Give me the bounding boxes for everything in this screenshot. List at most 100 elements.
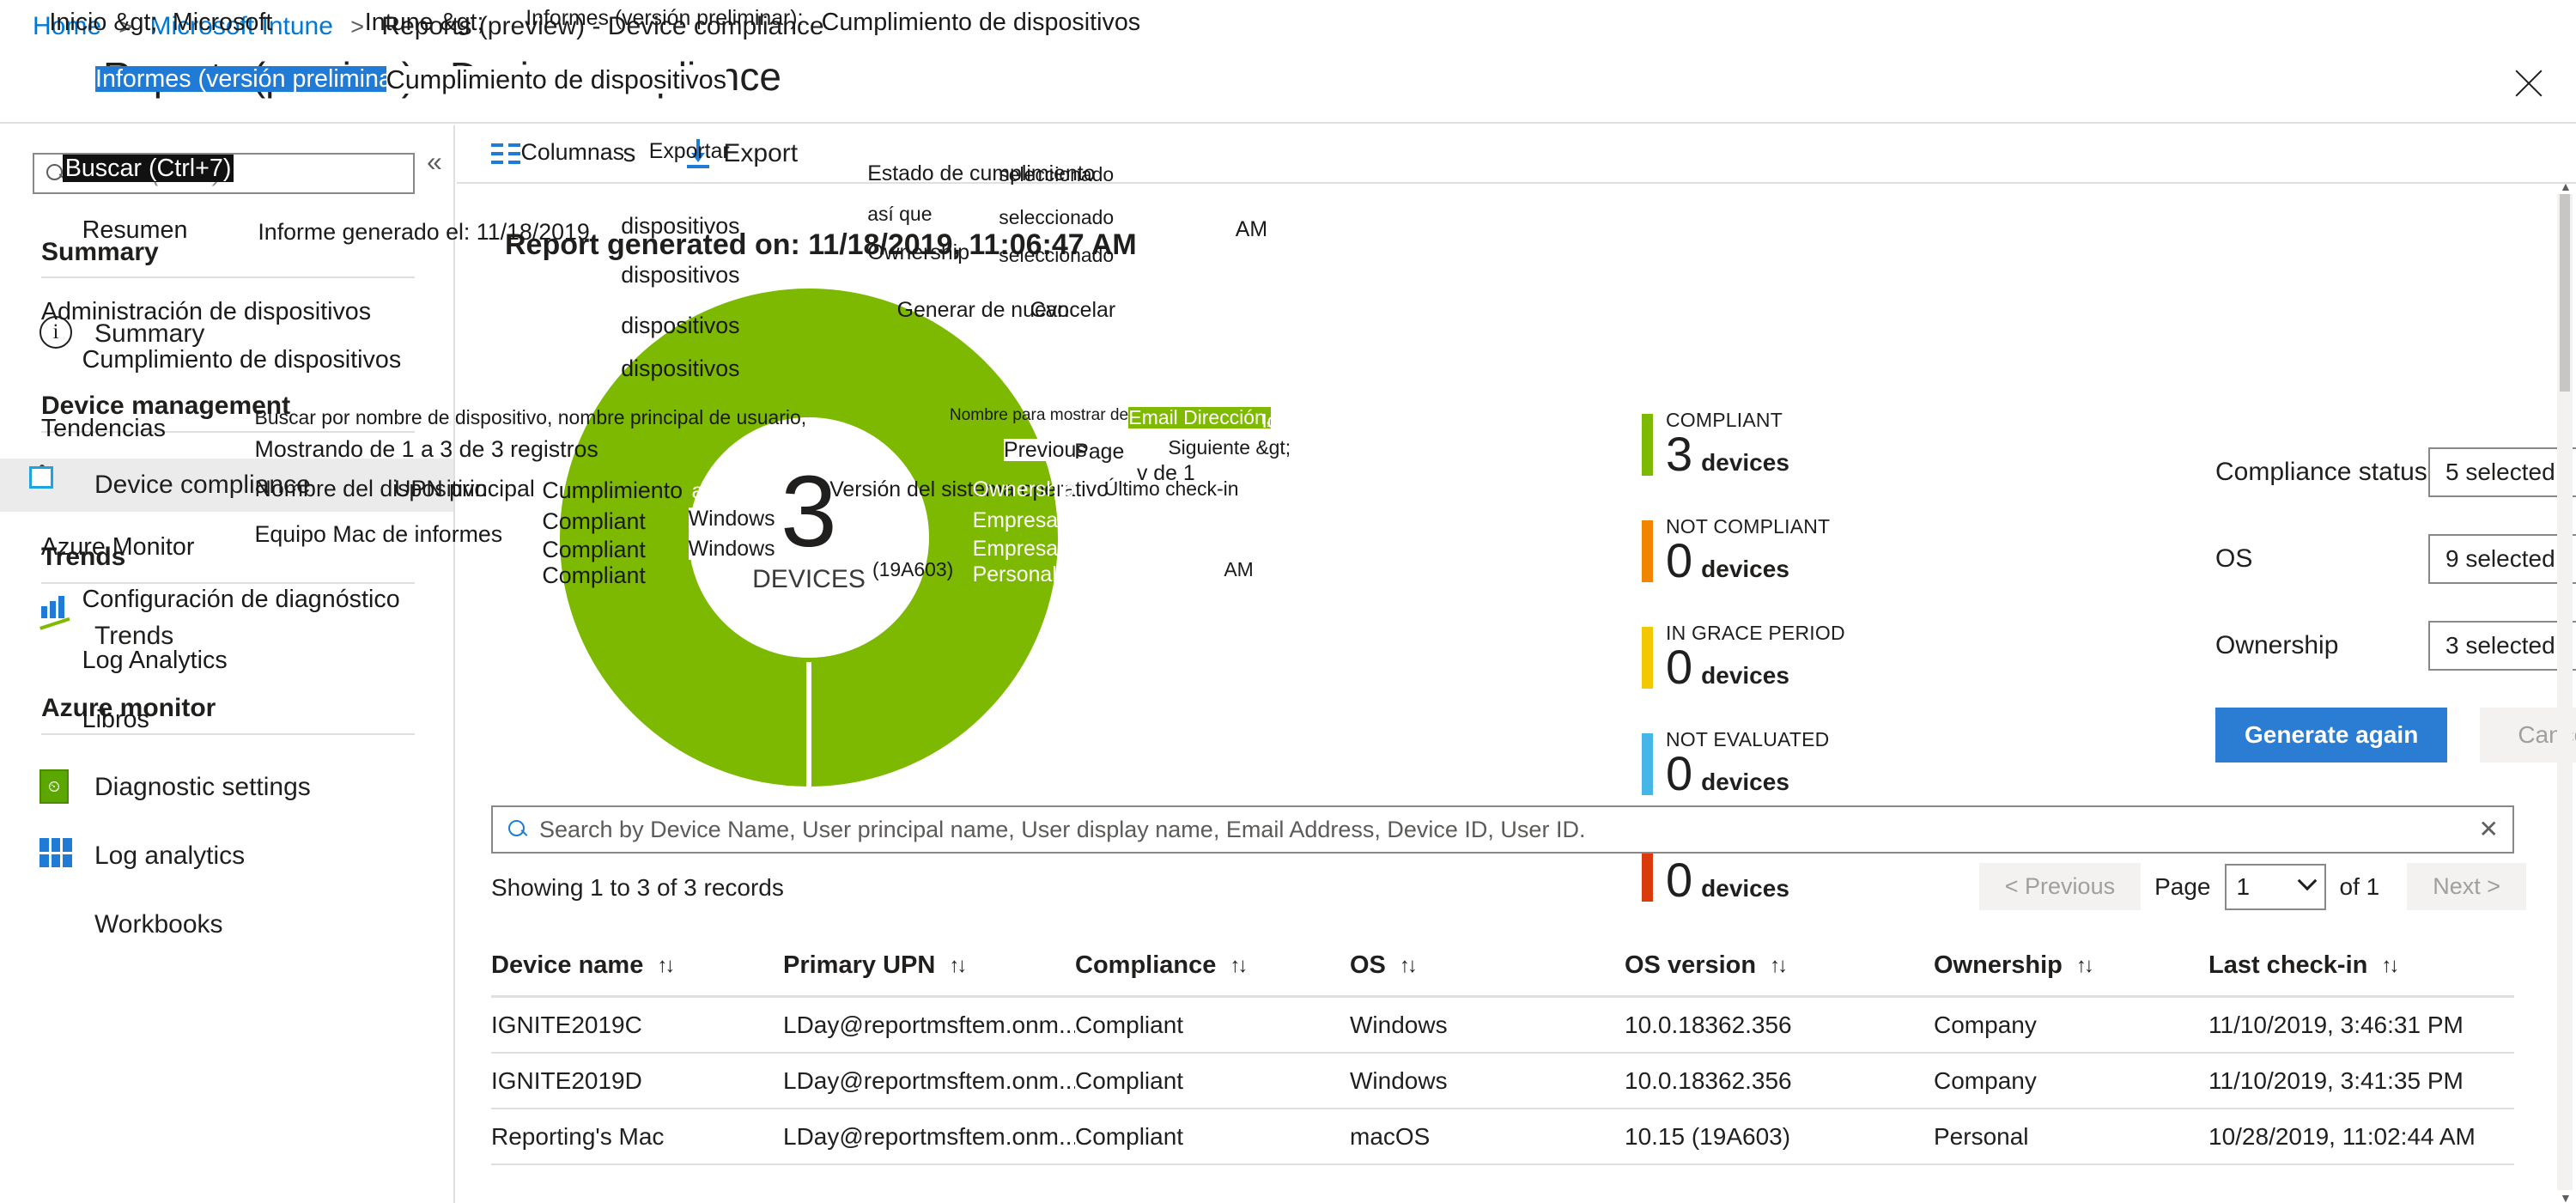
table-row[interactable]: IGNITE2019D LDay@reportmsftem.onm... Compl… xyxy=(491,1054,2514,1109)
device-phone-icon xyxy=(39,465,76,503)
filter-label: Ownership xyxy=(2215,631,2339,659)
column-label: Last check-in xyxy=(2208,951,2368,979)
sidebar-item-device-compliance[interactable]: Device compliance xyxy=(0,459,453,512)
table-column-header[interactable]: Device name ↑↓ xyxy=(491,951,783,980)
legend-color-swatch xyxy=(1642,733,1653,795)
columns-button[interactable]: Columns xyxy=(491,139,635,168)
table-column-header[interactable]: Compliance ↑↓ xyxy=(1075,951,1350,980)
translation-annotation: Cumplimiento de dispositivos xyxy=(821,9,1141,37)
legend-value: 0 xyxy=(1666,533,1693,587)
generate-again-button[interactable]: Generate again xyxy=(2215,708,2448,763)
nav-group-title-trends: Trends xyxy=(41,543,126,571)
filter-select[interactable]: 3 selected xyxy=(2428,621,2576,671)
collapse-nav-button[interactable]: « xyxy=(427,148,442,175)
report-generated-label: Report generated on: 11/18/2019, 11:06:4… xyxy=(505,228,1137,261)
sidebar-item-label: Trends xyxy=(94,622,174,650)
app-root: Home > Microsoft Intune > Reports (previ… xyxy=(0,0,2576,1203)
table-row[interactable]: IGNITE2019C LDay@reportmsftem.onm... Compl… xyxy=(491,998,2514,1054)
table-cell-device-name: IGNITE2019C xyxy=(491,1011,642,1038)
sort-icon[interactable]: ↑↓ xyxy=(1230,954,1248,978)
table-cell-ownership: Personal xyxy=(1934,1122,2029,1150)
table-cell-compliance: Compliant xyxy=(1075,1066,1184,1094)
sort-icon[interactable]: ↑↓ xyxy=(2076,954,2094,978)
page-total-label: of 1 xyxy=(2339,872,2380,900)
columns-icon xyxy=(491,143,520,165)
column-label: Ownership xyxy=(1934,951,2063,979)
sort-icon[interactable]: ↑↓ xyxy=(949,954,967,978)
table-search-input[interactable]: Search by Device Name, User principal na… xyxy=(491,805,2514,854)
previous-page-button[interactable]: < Previous xyxy=(1978,863,2142,910)
nav-group-title-summary: Summary xyxy=(41,238,159,266)
table-cell-last-check-in: 11/10/2019, 3:41:35 PM xyxy=(2208,1066,2464,1094)
content-scrollbar[interactable]: ▲ ▼ xyxy=(2557,180,2573,1203)
compliance-legend: COMPLIANT 3 devices NOT COMPLIANT 0 devices IN… xyxy=(1642,409,1929,941)
sort-icon[interactable]: ↑↓ xyxy=(2381,954,2399,978)
filter-row: Ownership 3 selected xyxy=(2215,621,2576,671)
command-bar: Columns Export xyxy=(457,125,2576,184)
nav-divider-1 xyxy=(41,276,415,278)
table-column-header[interactable]: Last check-in ↑↓ xyxy=(2208,951,2500,980)
table-cell-os-version: 10.0.18362.356 xyxy=(1625,1011,1792,1038)
nav-search-input[interactable]: Search (Ctrl+/) xyxy=(33,153,415,194)
sidebar-item-log-analytics[interactable]: Log analytics xyxy=(0,829,453,883)
filter-select[interactable]: 9 selected xyxy=(2428,534,2576,584)
scrollbar-thumb[interactable] xyxy=(2560,194,2570,392)
sidebar-item-trends[interactable]: Trends xyxy=(0,596,453,663)
legend-label: COMPLIANT xyxy=(1666,409,1783,431)
legend-item: NOT COMPLIANT 0 devices xyxy=(1642,515,1929,594)
table-cell-os-version: 10.0.18362.356 xyxy=(1625,1066,1792,1094)
filter-select[interactable]: 5 selected xyxy=(2428,447,2576,497)
sidebar-item-summary[interactable]: i Summary xyxy=(0,307,453,361)
table-column-header[interactable]: Ownership ↑↓ xyxy=(1934,951,2208,980)
breadcrumb-home[interactable]: Home xyxy=(33,12,101,40)
sidebar-item-workbooks[interactable]: Workbooks xyxy=(0,898,453,951)
page-title: Reports (preview) - Device compliance xyxy=(103,54,781,99)
legend-value: 3 xyxy=(1666,427,1693,481)
table-cell-ownership: Company xyxy=(1934,1011,2037,1038)
nav-divider-2 xyxy=(41,431,415,433)
table-body: IGNITE2019C LDay@reportmsftem.onm... Compl… xyxy=(491,998,2514,1165)
workbooks-icon xyxy=(39,907,76,943)
page-number-value: 1 xyxy=(2236,872,2251,900)
devices-table: Device name ↑↓ Primary UPN ↑↓ Compliance ↑↓ OS… xyxy=(491,936,2514,1165)
next-page-button[interactable]: Next > xyxy=(2407,863,2526,910)
column-label: OS version xyxy=(1625,951,1757,979)
sidebar-item-label: Diagnostic settings xyxy=(94,773,311,801)
close-icon[interactable] xyxy=(2507,62,2550,105)
table-cell-primary-upn: LDay@reportmsftem.onm... xyxy=(783,1011,1075,1038)
page-number-select[interactable]: 1 xyxy=(2224,863,2326,910)
breadcrumb-intune[interactable]: Microsoft Intune xyxy=(150,12,333,40)
export-button[interactable]: Export xyxy=(687,139,798,168)
sidebar-item-label: Summary xyxy=(94,319,205,348)
scroll-down-icon[interactable]: ▼ xyxy=(2560,1192,2572,1203)
clear-search-icon[interactable]: ✕ xyxy=(2479,817,2499,841)
nav-search-placeholder: Search (Ctrl+/) xyxy=(76,160,222,186)
table-row[interactable]: Reporting's Mac LDay@reportmsftem.onm... C… xyxy=(491,1109,2514,1165)
sort-icon[interactable]: ↑↓ xyxy=(657,954,675,978)
search-icon xyxy=(507,818,529,841)
legend-label: NOT COMPLIANT xyxy=(1666,515,1831,538)
sort-icon[interactable]: ↑↓ xyxy=(1400,954,1418,978)
sidebar-item-label: Workbooks xyxy=(94,910,223,939)
table-cell-os: macOS xyxy=(1350,1122,1431,1150)
table-column-header[interactable]: OS ↑↓ xyxy=(1350,951,1625,980)
legend-item: COMPLIANT 3 devices xyxy=(1642,409,1929,488)
table-cell-os: Windows xyxy=(1350,1011,1448,1038)
table-cell-os: Windows xyxy=(1350,1066,1448,1094)
legend-color-swatch xyxy=(1642,520,1653,582)
column-label: Primary UPN xyxy=(783,951,936,979)
filter-row: Compliance status 5 selected xyxy=(2215,447,2576,497)
table-column-header[interactable]: OS version ↑↓ xyxy=(1625,951,1934,980)
columns-button-label: Columns xyxy=(534,139,636,167)
scroll-up-icon[interactable]: ▲ xyxy=(2560,180,2572,192)
legend-label: IN GRACE PERIOD xyxy=(1666,622,1845,644)
filter-panel: Compliance status 5 selected OS 9 selected O… xyxy=(2215,447,2576,763)
sort-icon[interactable]: ↑↓ xyxy=(1770,954,1788,978)
filter-actions: Generate again Cancel xyxy=(2215,708,2576,763)
sidebar-item-diagnostic-settings[interactable]: ⏲ Diagnostic settings xyxy=(0,761,453,814)
table-column-header[interactable]: Primary UPN ↑↓ xyxy=(783,951,1075,980)
search-icon xyxy=(45,162,67,185)
trend-chart-icon xyxy=(39,596,76,654)
filter-row: OS 9 selected xyxy=(2215,534,2576,584)
legend-color-swatch xyxy=(1642,627,1653,689)
